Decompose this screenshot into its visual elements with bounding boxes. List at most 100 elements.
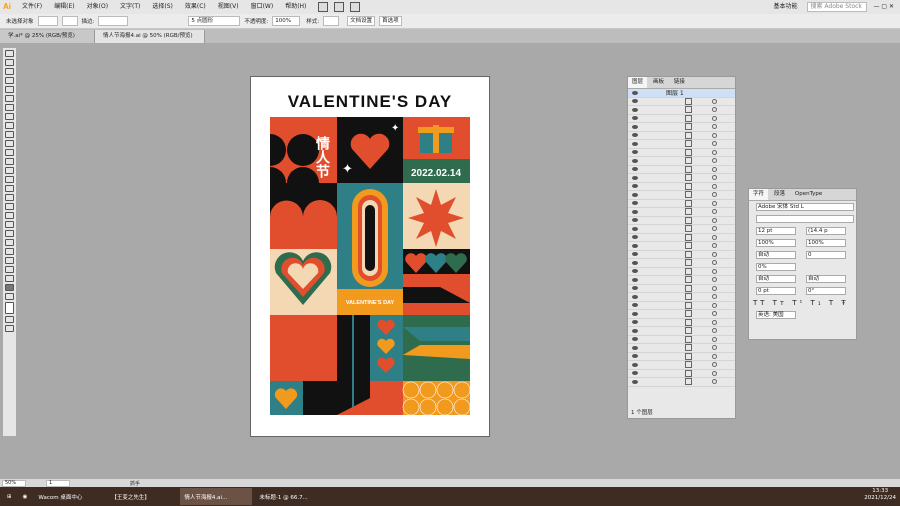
visibility-eye-icon[interactable] — [632, 201, 638, 206]
layer-row[interactable] — [628, 259, 735, 268]
visibility-eye-icon[interactable] — [632, 379, 638, 384]
visibility-eye-icon[interactable] — [632, 218, 638, 223]
opacity-field[interactable]: 100% — [272, 16, 301, 26]
layer-row[interactable] — [628, 276, 735, 285]
task-illustrator[interactable]: 情人节海报4.ai... — [180, 488, 253, 505]
layer-row[interactable] — [628, 378, 735, 387]
style-select[interactable] — [323, 16, 340, 26]
target-circle-icon[interactable] — [712, 141, 717, 147]
window-controls[interactable]: — ▢ ✕ — [867, 0, 900, 14]
visibility-eye-icon[interactable] — [632, 116, 638, 121]
target-circle-icon[interactable] — [712, 183, 717, 189]
visibility-eye-icon[interactable] — [632, 243, 638, 248]
target-circle-icon[interactable] — [712, 260, 717, 266]
visibility-eye-icon[interactable] — [632, 260, 638, 265]
target-circle-icon[interactable] — [712, 234, 717, 240]
target-circle-icon[interactable] — [712, 115, 717, 121]
visibility-eye-icon[interactable] — [632, 167, 638, 172]
visibility-eye-icon[interactable] — [632, 362, 638, 367]
tab-opentype[interactable]: OpenType — [791, 189, 826, 200]
target-circle-icon[interactable] — [712, 336, 717, 342]
hand-icon[interactable] — [5, 284, 14, 291]
menu-file[interactable]: 文件(F) — [16, 0, 48, 14]
type-icon[interactable] — [5, 104, 14, 111]
fill-swatch[interactable] — [37, 16, 58, 26]
visibility-eye-icon[interactable] — [632, 175, 638, 180]
bridge-icon[interactable] — [318, 2, 329, 12]
visibility-eye-icon[interactable] — [632, 252, 638, 257]
target-circle-icon[interactable] — [712, 226, 717, 232]
layer-row[interactable] — [628, 233, 735, 242]
shaper-icon[interactable] — [5, 140, 14, 147]
eyedropper-icon[interactable] — [5, 230, 14, 237]
target-circle-icon[interactable] — [712, 285, 717, 291]
layer-row[interactable] — [628, 131, 735, 140]
rectangle-icon[interactable] — [5, 122, 14, 129]
target-circle-icon[interactable] — [712, 217, 717, 223]
tab-artboards[interactable]: 画板 — [649, 77, 668, 88]
target-circle-icon[interactable] — [712, 379, 717, 385]
fill-stroke-icon[interactable] — [5, 302, 14, 314]
tab-paragraph[interactable]: 段落 — [770, 189, 789, 200]
target-circle-icon[interactable] — [712, 319, 717, 325]
direct-selection-tool-icon[interactable] — [5, 59, 14, 66]
clock[interactable]: 13:33 2021/12/24 — [860, 488, 900, 505]
page-field[interactable]: 1 — [46, 479, 70, 487]
target-circle-icon[interactable] — [712, 132, 717, 138]
stock-search-input[interactable]: 搜索 Adobe Stock — [807, 2, 868, 12]
visibility-eye-icon[interactable] — [632, 184, 638, 189]
stock-icon[interactable] — [334, 2, 345, 12]
target-circle-icon[interactable] — [712, 302, 717, 308]
layer-row[interactable] — [628, 216, 735, 225]
paintbrush-icon[interactable] — [5, 131, 14, 138]
stroke-weight-field[interactable] — [98, 16, 129, 26]
aki-right-field[interactable]: 自动 — [806, 275, 846, 283]
visibility-eye-icon[interactable] — [632, 133, 638, 138]
pen-icon[interactable] — [5, 86, 14, 93]
layer-row[interactable] — [628, 293, 735, 302]
graph-icon[interactable] — [5, 257, 14, 264]
baseline-shift-field[interactable]: 0 pt — [756, 287, 796, 295]
tab-character[interactable]: 字符 — [749, 189, 769, 200]
target-circle-icon[interactable] — [712, 158, 717, 164]
visibility-eye-icon[interactable] — [632, 303, 638, 308]
perspective-icon[interactable] — [5, 203, 14, 210]
free-transform-icon[interactable] — [5, 185, 14, 192]
layer-row[interactable] — [628, 165, 735, 174]
layer-row[interactable] — [628, 310, 735, 319]
visibility-eye-icon[interactable] — [632, 320, 638, 325]
visibility-eye-icon[interactable] — [632, 209, 638, 214]
layer-row[interactable] — [628, 123, 735, 132]
layer-row[interactable] — [628, 242, 735, 251]
target-circle-icon[interactable] — [712, 294, 717, 300]
visibility-eye-icon[interactable] — [632, 90, 638, 95]
arrange-icon[interactable] — [350, 2, 361, 12]
stroke-swatch[interactable] — [61, 16, 78, 26]
visibility-eye-icon[interactable] — [632, 141, 638, 146]
tab-doc-1[interactable]: 学.ai* @ 25% (RGB/预览) — [0, 30, 95, 43]
layer-row[interactable] — [628, 174, 735, 183]
layer-row[interactable] — [628, 182, 735, 191]
visibility-eye-icon[interactable] — [632, 235, 638, 240]
target-circle-icon[interactable] — [712, 149, 717, 155]
rotation-field[interactable]: 0° — [806, 287, 846, 295]
visibility-eye-icon[interactable] — [632, 354, 638, 359]
layer-row[interactable] — [628, 148, 735, 157]
target-circle-icon[interactable] — [712, 311, 717, 317]
tab-layers[interactable]: 图层 — [628, 77, 648, 88]
menu-window[interactable]: 窗口(W) — [245, 0, 280, 14]
layer-row[interactable] — [628, 301, 735, 310]
visibility-eye-icon[interactable] — [632, 124, 638, 129]
menu-help[interactable]: 帮助(H) — [279, 0, 312, 14]
target-circle-icon[interactable] — [712, 243, 717, 249]
target-circle-icon[interactable] — [712, 328, 717, 334]
horizontal-scale-field[interactable]: 100% — [756, 239, 796, 247]
layer-name[interactable]: 图层 1 — [666, 88, 684, 97]
visibility-eye-icon[interactable] — [632, 269, 638, 274]
start-icon[interactable]: ⊞ — [3, 488, 16, 505]
layer-row[interactable] — [628, 199, 735, 208]
layer-row[interactable] — [628, 140, 735, 149]
workspace-switcher[interactable]: 基本功能 — [767, 0, 803, 14]
poster-art[interactable]: ✦ ✦ 2022.02.14 VALENTINE'S DAY 情人节 — [270, 117, 470, 415]
width-icon[interactable] — [5, 176, 14, 183]
